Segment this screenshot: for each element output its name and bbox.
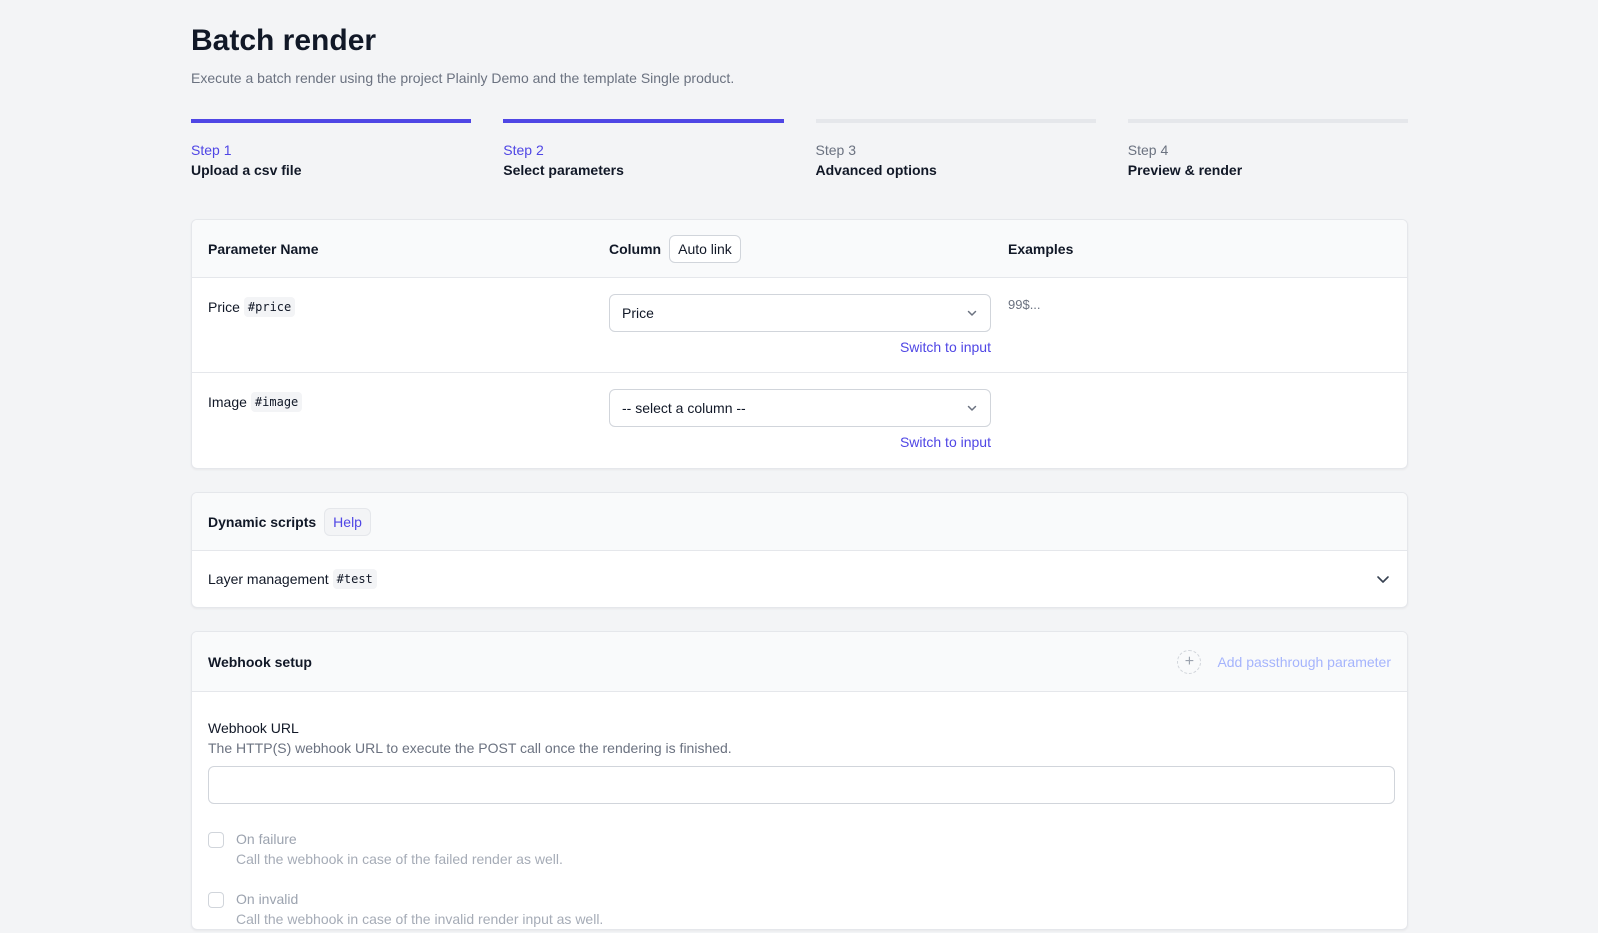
step-4[interactable]: Step 4 Preview & render: [1127, 119, 1408, 180]
column-select-value: Price: [622, 305, 654, 321]
layer-management-row[interactable]: Layer management #test: [192, 551, 1407, 607]
column-cell: -- select a column -- Switch to input: [609, 389, 1008, 456]
parameter-key: #price: [243, 297, 296, 317]
table-row: Price #price Price Switch to input 99$..…: [192, 278, 1407, 373]
step-name: Upload a csv file: [191, 162, 302, 178]
switch-to-input-link[interactable]: Switch to input: [609, 434, 991, 450]
dynamic-scripts-title: Dynamic scripts: [208, 513, 317, 530]
table-row: Image #image -- select a column -- Switc…: [192, 373, 1407, 468]
on-invalid-description: Call the webhook in case of the invalid …: [236, 911, 604, 927]
parameter-name-cell: Image #image: [208, 389, 609, 415]
header-examples: Examples: [1008, 240, 1074, 257]
parameters-header: Parameter Name Column Auto link Examples: [192, 220, 1407, 278]
example-value: 99$...: [1008, 297, 1041, 312]
page-title: Batch render: [191, 24, 377, 57]
parameter-name: Image: [208, 394, 247, 410]
add-passthrough-label: Add passthrough parameter: [1217, 653, 1391, 670]
on-failure-label: On failure: [236, 831, 297, 847]
header-column-cell: Column Auto link: [609, 234, 1008, 263]
webhook-body: Webhook URL The HTTP(S) webhook URL to e…: [192, 692, 1407, 929]
chevron-down-icon[interactable]: [1375, 571, 1391, 587]
webhook-url-label: Webhook URL: [208, 720, 299, 736]
step-name: Select parameters: [503, 162, 624, 178]
example-value: [1008, 389, 1391, 456]
on-failure-option: On failure Call the webhook in case of t…: [208, 829, 1395, 869]
step-3[interactable]: Step 3 Advanced options: [815, 119, 1096, 180]
on-invalid-option: On invalid Call the webhook in case of t…: [208, 889, 1395, 929]
batch-render-page: Batch render Execute a batch render usin…: [191, 0, 1408, 930]
switch-to-input-link[interactable]: Switch to input: [609, 339, 991, 355]
column-select[interactable]: Price: [609, 294, 991, 332]
webhook-header: Webhook setup + Add passthrough paramete…: [192, 632, 1407, 692]
step-number: Step 1: [191, 142, 232, 158]
webhook-url-description: The HTTP(S) webhook URL to execute the P…: [208, 740, 732, 756]
step-2[interactable]: Step 2 Select parameters: [503, 119, 784, 180]
parameter-key: #image: [250, 392, 303, 412]
column-cell: Price Switch to input: [609, 294, 1008, 360]
step-number: Step 3: [815, 142, 856, 158]
parameter-name-cell: Price #price: [208, 294, 609, 320]
column-select[interactable]: -- select a column --: [609, 389, 991, 427]
on-failure-description: Call the webhook in case of the failed r…: [236, 851, 563, 867]
chevron-down-icon: [967, 405, 977, 411]
step-number: Step 2: [503, 142, 544, 158]
webhook-url-input[interactable]: [208, 766, 1395, 804]
plus-icon: +: [1177, 649, 1202, 674]
on-invalid-checkbox[interactable]: [208, 892, 224, 908]
webhook-title: Webhook setup: [208, 653, 312, 670]
page-subtitle: Execute a batch render using the project…: [191, 70, 735, 86]
help-button[interactable]: Help: [324, 507, 371, 536]
dynamic-scripts-card: Dynamic scripts Help Layer management #t…: [191, 492, 1408, 608]
step-number: Step 4: [1127, 142, 1169, 158]
parameter-name: Price: [208, 299, 240, 315]
step-1[interactable]: Step 1 Upload a csv file: [191, 119, 472, 180]
dynamic-scripts-header: Dynamic scripts Help: [192, 493, 1407, 551]
header-column: Column: [609, 240, 662, 257]
parameters-card: Parameter Name Column Auto link Examples…: [191, 219, 1408, 469]
column-select-value: -- select a column --: [622, 400, 746, 416]
add-passthrough-button[interactable]: + Add passthrough parameter: [1177, 649, 1391, 674]
script-name: Layer management: [208, 571, 329, 587]
on-invalid-label: On invalid: [236, 891, 299, 907]
auto-link-button[interactable]: Auto link: [669, 234, 741, 263]
step-name: Preview & render: [1127, 162, 1243, 178]
step-name: Advanced options: [815, 162, 937, 178]
script-key: #test: [332, 569, 377, 589]
header-parameter-name: Parameter Name: [208, 240, 319, 257]
on-failure-checkbox[interactable]: [208, 832, 224, 848]
chevron-down-icon: [967, 310, 977, 316]
stepper: Step 1 Upload a csv file Step 2 Select p…: [191, 119, 1408, 180]
webhook-card: Webhook setup + Add passthrough paramete…: [191, 631, 1408, 930]
